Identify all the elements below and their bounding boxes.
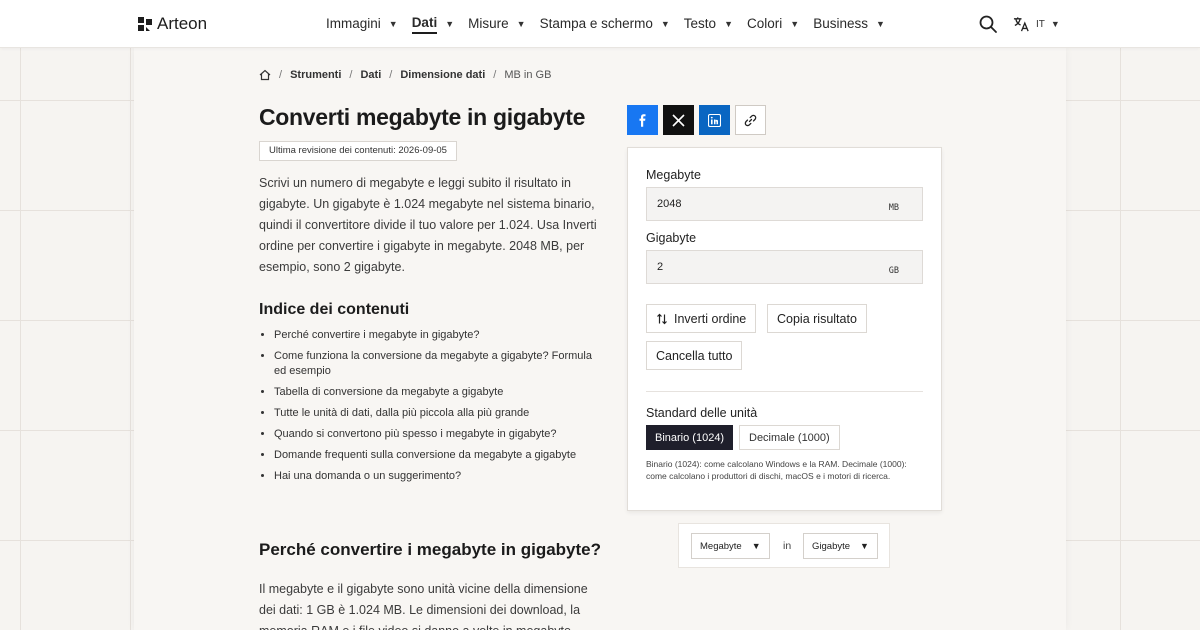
- toc-title: Indice dei contenuti: [259, 301, 410, 318]
- copy-result-button[interactable]: Copia risultato: [767, 304, 867, 333]
- table-of-contents: Perché convertire i megabyte in gigabyte…: [274, 328, 604, 490]
- swap-order-button[interactable]: Inverti ordine: [646, 304, 757, 333]
- to-unit-value: Gigabyte: [812, 540, 851, 552]
- breadcrumb-current: MB in GB: [504, 69, 552, 81]
- megabyte-unit: MB: [888, 203, 899, 213]
- chevron-down-icon: ▼: [660, 19, 670, 29]
- converter-widget: Megabyte 2048 MB Gigabyte 2 GB Inverti o…: [627, 147, 942, 511]
- x-icon: [672, 113, 685, 127]
- megabyte-input[interactable]: 2048 MB: [646, 187, 923, 221]
- unit-connector: in: [783, 540, 792, 552]
- unit-standard-label: Standard delle unità: [646, 406, 758, 420]
- to-unit-select[interactable]: Gigabyte ▼: [803, 533, 878, 559]
- share-linkedin-button[interactable]: [699, 105, 730, 135]
- breadcrumb-separator: /: [279, 69, 283, 81]
- link-icon: [744, 114, 757, 126]
- toc-item[interactable]: Domande frequenti sulla conversione da m…: [274, 448, 604, 463]
- arteon-logo-icon: [138, 17, 152, 31]
- breadcrumb: / Strumenti / Dati / Dimensione dati / M…: [259, 69, 551, 81]
- translate-icon: [1013, 16, 1029, 31]
- breadcrumb-item-dati[interactable]: Dati: [360, 69, 381, 81]
- gigabyte-unit: GB: [888, 266, 899, 276]
- toc-item[interactable]: Come funziona la conversione da megabyte…: [274, 349, 604, 379]
- nav-item-immagini[interactable]: Immagini ▼: [326, 0, 398, 48]
- gigabyte-input[interactable]: 2 GB: [646, 250, 923, 284]
- page-title: Converti megabyte in gigabyte: [259, 104, 586, 130]
- intro-paragraph: Scrivi un numero di megabyte e leggi sub…: [259, 176, 597, 274]
- chevron-down-icon: ▼: [790, 19, 800, 29]
- home-icon[interactable]: [259, 69, 271, 81]
- linkedin-icon: [708, 113, 721, 127]
- nav-item-misure[interactable]: Misure ▼: [468, 0, 525, 48]
- unit-standard-note: Binario (1024): come calcolano Windows e…: [646, 459, 907, 481]
- toc-item[interactable]: Tutte le unità di dati, dalla più piccol…: [274, 406, 604, 421]
- share-buttons: [627, 105, 766, 135]
- swap-order-label: Inverti ordine: [674, 311, 747, 326]
- clear-all-button[interactable]: Cancella tutto: [646, 341, 743, 370]
- breadcrumb-item-strumenti[interactable]: Strumenti: [290, 69, 341, 81]
- facebook-icon: [639, 113, 646, 127]
- from-unit-select[interactable]: Megabyte ▼: [691, 533, 770, 559]
- breadcrumb-separator: /: [349, 69, 353, 81]
- gigabyte-value: 2: [657, 261, 664, 273]
- brand-name: Arteon: [157, 14, 208, 33]
- decimal-standard-toggle[interactable]: Decimale (1000): [739, 425, 840, 450]
- megabyte-label: Megabyte: [646, 168, 701, 182]
- chevron-down-icon: ▼: [724, 19, 733, 29]
- chevron-down-icon: ▼: [751, 541, 761, 551]
- toc-item[interactable]: Tabella di conversione da megabyte a gig…: [274, 385, 604, 400]
- nav-item-label: Colori: [747, 15, 783, 31]
- gigabyte-label: Gigabyte: [646, 231, 697, 245]
- copy-link-button[interactable]: [735, 105, 766, 135]
- top-navigation: Arteon Immagini ▼ Dati ▼ Misure ▼ Stampa…: [0, 0, 1200, 48]
- nav-item-label: Misure: [468, 15, 509, 31]
- binary-standard-toggle[interactable]: Binario (1024): [646, 425, 734, 450]
- nav-item-label: Testo: [683, 15, 717, 31]
- nav-item-label: Business: [813, 15, 868, 31]
- chevron-down-icon: ▼: [875, 19, 885, 29]
- language-code: IT: [1036, 18, 1045, 30]
- section-heading: Perché convertire i megabyte in gigabyte…: [259, 540, 602, 559]
- share-facebook-button[interactable]: [627, 105, 658, 135]
- breadcrumb-separator: /: [493, 69, 497, 81]
- brand-logo[interactable]: Arteon: [137, 14, 207, 34]
- nav-item-label: Dati: [411, 15, 438, 34]
- divider: [646, 391, 923, 392]
- search-button[interactable]: [978, 14, 998, 34]
- breadcrumb-separator: /: [389, 69, 393, 81]
- swap-vertical-icon: [657, 313, 667, 324]
- chevron-down-icon: ▼: [516, 19, 526, 29]
- chevron-down-icon: ▼: [1050, 19, 1060, 29]
- chevron-down-icon: ▼: [445, 19, 455, 29]
- megabyte-value: 2048: [657, 198, 682, 210]
- toc-item[interactable]: Quando si convertono più spesso i megaby…: [274, 427, 604, 442]
- from-unit-value: Megabyte: [700, 540, 742, 552]
- section-paragraph: Il megabyte e il gigabyte sono unità vic…: [259, 582, 588, 630]
- chevron-down-icon: ▼: [860, 541, 869, 551]
- revision-badge: Ultima revisione dei contenuti: 2026-09-…: [259, 141, 457, 161]
- toc-item[interactable]: Perché convertire i megabyte in gigabyte…: [274, 328, 604, 343]
- clear-all-label: Cancella tutto: [656, 348, 733, 363]
- unit-selector-bar: Megabyte ▼ in Gigabyte ▼: [678, 523, 890, 568]
- nav-item-testo[interactable]: Testo ▼: [684, 0, 733, 48]
- chevron-down-icon: ▼: [388, 19, 398, 29]
- nav-item-label: Stampa e schermo: [539, 15, 653, 31]
- nav-item-label: Immagini: [326, 15, 381, 31]
- copy-result-label: Copia risultato: [777, 311, 857, 326]
- nav-item-dati[interactable]: Dati ▼: [411, 0, 455, 48]
- nav-item-stampa-e-schermo[interactable]: Stampa e schermo ▼: [540, 0, 670, 48]
- nav-item-colori[interactable]: Colori ▼: [747, 0, 799, 48]
- nav-item-business[interactable]: Business ▼: [813, 0, 885, 48]
- share-x-button[interactable]: [663, 105, 694, 135]
- main-nav: Immagini ▼ Dati ▼ Misure ▼ Stampa e sche…: [326, 0, 899, 48]
- toc-item[interactable]: Hai una domanda o un suggerimento?: [274, 469, 604, 484]
- search-icon: [979, 15, 997, 33]
- language-selector[interactable]: IT ▼: [1013, 14, 1060, 34]
- breadcrumb-item-dimensione-dati[interactable]: Dimensione dati: [400, 69, 485, 81]
